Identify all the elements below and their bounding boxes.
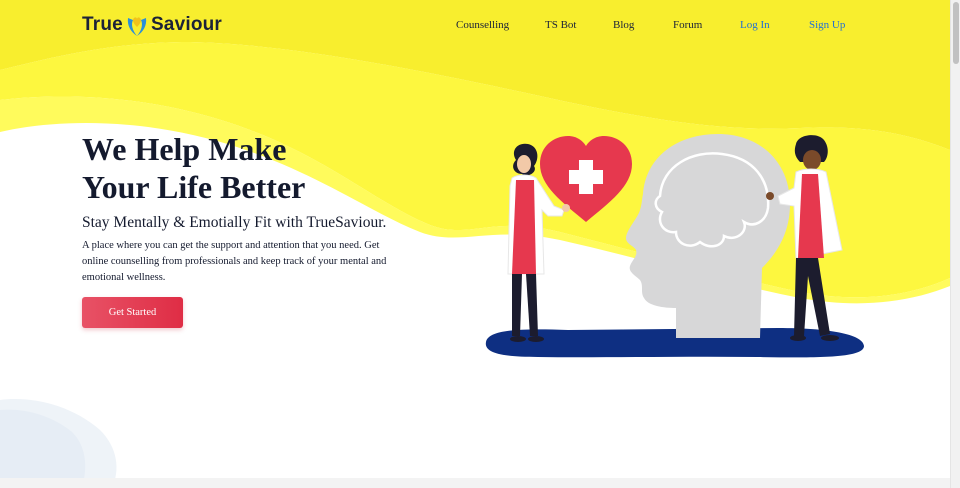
top-navbar: True Saviour Counselling TS Bot Blog For… [0, 0, 950, 52]
nav-ts-bot[interactable]: TS Bot [545, 19, 576, 31]
nav-sign-up[interactable]: Sign Up [809, 19, 845, 31]
nav-forum[interactable]: Forum [673, 19, 702, 31]
hero-title-line-2: Your Life Better [82, 169, 306, 205]
hero-description: A place where you can get the support an… [82, 240, 387, 283]
landing-page: True Saviour Counselling TS Bot Blog For… [0, 0, 960, 488]
page-scrollbar[interactable] [950, 0, 960, 488]
nav-counselling[interactable]: Counselling [456, 19, 509, 31]
nav-links: Counselling TS Bot Blog Forum Log In Sig… [0, 19, 950, 35]
hero-subtitle: Stay Mentally & Emotially Fit with TrueS… [82, 214, 387, 231]
hero-title: We Help Make Your Life Better [82, 130, 305, 206]
hero-title-line-1: We Help Make [82, 131, 287, 167]
get-started-button[interactable]: Get Started [82, 297, 183, 328]
nav-blog[interactable]: Blog [613, 19, 634, 31]
nav-log-in[interactable]: Log In [740, 19, 770, 31]
mental-health-illustration [485, 134, 864, 358]
scrollbar-thumb[interactable] [953, 2, 959, 64]
